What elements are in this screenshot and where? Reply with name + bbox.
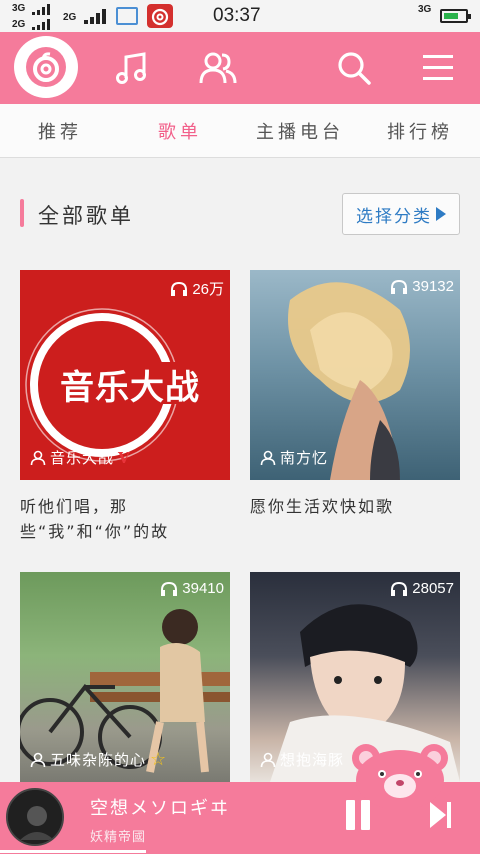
play-count: 28057 — [390, 580, 454, 597]
playlist-cover[interactable]: 39410 五味杂陈的心 ☆ — [20, 572, 230, 782]
headphones-icon — [171, 281, 188, 296]
playlist-card[interactable]: 39132 南方忆 愿你生活欢快如歌 — [250, 270, 460, 519]
sim1-label: 3G — [12, 3, 26, 14]
album-art[interactable] — [6, 788, 64, 846]
friends-icon[interactable] — [194, 44, 242, 92]
gallery-notification-icon — [116, 7, 138, 25]
play-count-value: 39132 — [412, 278, 454, 295]
section-accent-bar — [20, 199, 24, 227]
signal-bars-icon — [84, 9, 106, 24]
top-header — [0, 32, 480, 104]
headphones-icon — [391, 279, 408, 294]
play-count-value: 26万 — [192, 281, 224, 298]
bear-mascot-icon — [344, 738, 456, 810]
playback-progress — [0, 850, 146, 853]
tab-bar: 推荐 歌单 主播电台 排行榜 — [0, 104, 480, 158]
user-icon — [30, 450, 46, 465]
cover-title-art: 音乐大战 — [60, 368, 200, 408]
clock: 03:37 — [213, 5, 261, 26]
headphones-icon — [391, 581, 408, 596]
network-label: 3G — [418, 4, 432, 15]
triangle-right-icon — [436, 207, 446, 221]
play-count-value: 39410 — [182, 580, 224, 597]
netease-notification-icon — [147, 4, 173, 28]
play-count: 39132 — [390, 278, 454, 295]
signal-bars-icon — [32, 19, 50, 30]
choose-category-button[interactable]: 选择分类 — [342, 193, 460, 235]
status-bar: 3G 2G 2G 03:37 3G — [0, 0, 480, 32]
tab-charts[interactable]: 排行榜 — [360, 104, 480, 157]
play-count-value: 28057 — [412, 580, 454, 597]
song-title: 空想メソロギヰ — [90, 798, 230, 819]
creator[interactable]: 五味杂陈的心 ☆ — [30, 749, 167, 770]
sim2-label: 2G — [12, 19, 26, 30]
tab-playlists[interactable]: 歌单 — [120, 104, 240, 157]
creator-name: 音乐大战 — [50, 449, 115, 467]
search-icon[interactable] — [330, 44, 378, 92]
choose-category-label: 选择分类 — [356, 206, 432, 227]
playlist-card[interactable]: 音乐大战 26万 音乐大战 V 听他们唱，那些“我”和“你”的故 — [20, 270, 230, 544]
creator-name: 南方忆 — [280, 449, 329, 467]
verified-badge: V — [118, 448, 131, 467]
skip-next-icon — [430, 802, 451, 828]
signal-bars-icon — [32, 4, 50, 15]
play-count: 26万 — [170, 278, 224, 299]
tab-recommend[interactable]: 推荐 — [0, 104, 120, 157]
playlist-cover[interactable]: 音乐大战 26万 音乐大战 V — [20, 270, 230, 480]
creator[interactable]: 音乐大战 V — [30, 447, 131, 468]
playlist-card[interactable]: 39410 五味杂陈的心 ☆ — [20, 572, 230, 782]
headphones-icon — [161, 581, 178, 596]
user-icon — [260, 450, 276, 465]
creator-name: 想抱海豚 — [280, 751, 345, 769]
menu-icon[interactable] — [414, 44, 462, 92]
pause-button[interactable] — [346, 800, 372, 830]
user-icon — [260, 752, 276, 767]
play-count: 39410 — [160, 580, 224, 597]
creator[interactable]: 想抱海豚 — [260, 749, 344, 770]
playlist-cover[interactable]: 39132 南方忆 — [250, 270, 460, 480]
user-icon — [30, 752, 46, 767]
next-track-button[interactable] — [428, 800, 454, 830]
playlist-title[interactable]: 愿你生活欢快如歌 — [250, 494, 460, 519]
sim2b-label: 2G — [63, 12, 77, 23]
playlist-title[interactable]: 听他们唱，那些“我”和“你”的故 — [20, 494, 230, 544]
app-logo-icon[interactable] — [14, 36, 78, 98]
song-artist: 妖精帝國 — [90, 830, 147, 845]
section-title: 全部歌单 — [38, 204, 134, 228]
tab-radio[interactable]: 主播电台 — [240, 104, 360, 157]
music-note-icon[interactable] — [108, 44, 156, 92]
creator[interactable]: 南方忆 — [260, 447, 328, 468]
creator-name: 五味杂陈的心 — [50, 751, 147, 769]
battery-icon — [440, 9, 471, 23]
star-badge-icon: ☆ — [150, 749, 168, 770]
